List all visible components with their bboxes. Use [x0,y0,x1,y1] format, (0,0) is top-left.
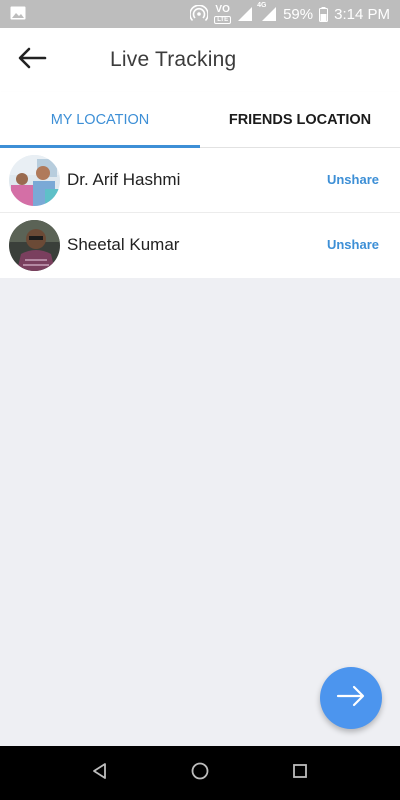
arrow-right-icon [336,685,366,712]
battery-icon [319,6,329,22]
status-bar: VO LTE 4G 59% 3:14 PM [0,0,400,28]
home-circle-icon [190,761,210,786]
arrow-left-icon [17,47,47,74]
page-title: Live Tracking [110,48,237,71]
network-label: 4G [257,2,267,9]
tab-my-location[interactable]: MY LOCATION [0,92,200,148]
signal-icon [237,6,253,22]
unshare-button[interactable]: Unshare [327,237,379,252]
nav-home-button[interactable] [188,761,212,785]
back-button[interactable] [10,40,54,80]
battery-percent: 59% [283,5,314,23]
nav-recents-button[interactable] [288,761,312,785]
list-item[interactable]: Sheetal Kumar Unshare [0,213,400,278]
lte-label: LTE [214,15,232,24]
avatar [9,220,60,271]
nav-back-button[interactable] [88,761,112,785]
tab-friends-location[interactable]: FRIENDS LOCATION [200,92,400,147]
back-triangle-icon [91,762,109,785]
avatar [9,155,60,206]
app-bar: Live Tracking [0,28,400,92]
tab-my-location-label: MY LOCATION [50,111,150,128]
list-item[interactable]: Dr. Arif Hashmi Unshare [0,148,400,213]
contact-list: Dr. Arif Hashmi Unshare Sheetal Kumar Un… [0,148,400,278]
screen: VO LTE 4G 59% 3:14 PM Live Tracking MY L… [0,0,400,800]
recents-square-icon [292,763,308,784]
volte-label: VO [215,3,230,15]
contact-name: Dr. Arif Hashmi [67,170,181,189]
contact-name: Sheetal Kumar [67,235,180,254]
unshare-button[interactable]: Unshare [327,172,379,187]
signal-4g-icon: 4G [257,2,277,22]
clock: 3:14 PM [334,5,390,23]
hotspot-icon [190,5,209,23]
next-fab-button[interactable] [320,667,382,729]
volte-icon: VO LTE [214,3,232,24]
image-icon [10,6,26,20]
system-nav-bar [0,746,400,800]
tab-friends-location-label: FRIENDS LOCATION [228,111,372,128]
tab-bar: MY LOCATION FRIENDS LOCATION [0,92,400,148]
